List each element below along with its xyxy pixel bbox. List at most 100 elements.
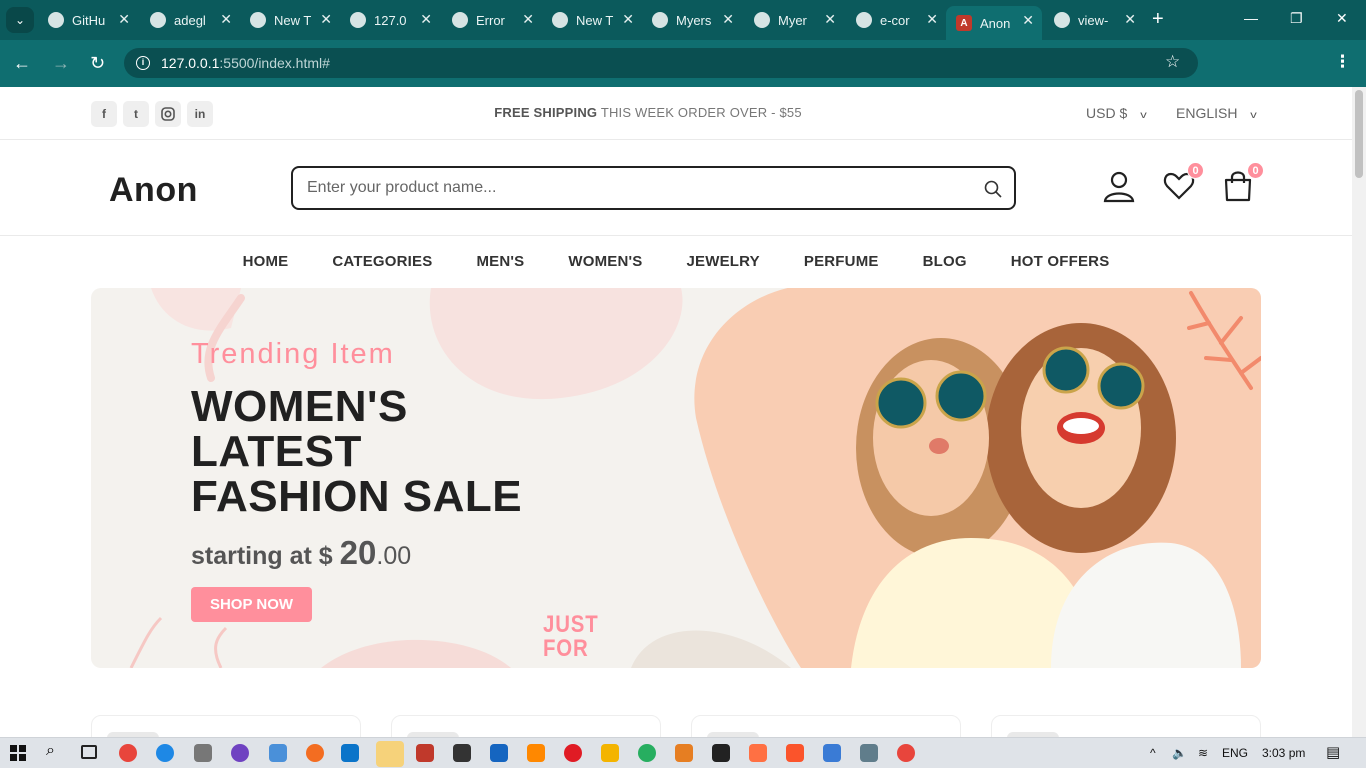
site-info-icon[interactable]: i [136, 56, 150, 70]
globe-icon [452, 12, 468, 28]
app-icon[interactable] [194, 744, 212, 762]
input-language[interactable]: ENG [1222, 746, 1248, 760]
shop-now-button[interactable]: SHOP NOW [191, 587, 312, 622]
app-icon[interactable] [453, 744, 471, 762]
scrollbar-track[interactable] [1352, 87, 1366, 737]
app-icon[interactable] [416, 744, 434, 762]
category-card[interactable] [691, 715, 961, 737]
globe-icon [350, 12, 366, 28]
xampp-icon[interactable] [749, 744, 767, 762]
back-arrow-icon[interactable]: ← [13, 53, 31, 73]
search-box [291, 166, 1016, 210]
windows-start-icon[interactable] [10, 745, 26, 761]
terminal-icon[interactable] [712, 744, 730, 762]
bookmark-star-icon[interactable]: ☆ [1165, 52, 1180, 72]
close-tab-icon[interactable]: ✕ [1022, 12, 1034, 29]
brave-icon[interactable] [786, 744, 804, 762]
close-tab-icon[interactable]: ✕ [824, 11, 836, 28]
category-card[interactable] [391, 715, 661, 737]
nav-home[interactable]: HOME [243, 253, 289, 270]
app-icon[interactable] [269, 744, 287, 762]
github-desktop-icon[interactable] [231, 744, 249, 762]
chrome-icon[interactable] [897, 744, 915, 762]
nav-jewelry[interactable]: JEWELRY [687, 253, 760, 270]
category-card[interactable] [991, 715, 1261, 737]
browser-tab[interactable]: New T ✕ [542, 5, 642, 35]
vlc-icon[interactable] [527, 744, 545, 762]
close-tab-icon[interactable]: ✕ [622, 11, 634, 28]
app-icon[interactable] [823, 744, 841, 762]
wifi-icon[interactable]: ≋ [1198, 746, 1208, 760]
user-icon[interactable] [1102, 169, 1136, 203]
close-tab-icon[interactable]: ✕ [420, 11, 432, 28]
search-input[interactable] [307, 176, 957, 200]
hero-title: WOMEN'S LATEST FASHION SALE [191, 382, 523, 521]
browser-tab[interactable]: Error ✕ [442, 5, 542, 35]
scrollbar-thumb[interactable] [1355, 90, 1363, 178]
vscode-icon[interactable] [341, 744, 359, 762]
tab-title: view- [1078, 12, 1109, 28]
restore-icon[interactable]: ❐ [1290, 10, 1303, 27]
chrome-icon[interactable] [119, 744, 137, 762]
app-icon[interactable] [638, 744, 656, 762]
task-view-icon[interactable] [81, 745, 97, 759]
file-explorer-icon[interactable] [376, 741, 404, 767]
browser-tab[interactable]: A Anon ✕ [946, 6, 1042, 40]
wishlist-count-badge: 0 [1187, 162, 1204, 179]
tab-search-chevron-icon[interactable]: ⌄ [6, 7, 34, 33]
close-tab-icon[interactable]: ✕ [522, 11, 534, 28]
forward-arrow-icon[interactable]: → [52, 53, 70, 73]
url-text[interactable]: 127.0.0.1:5500/index.html# [161, 55, 330, 71]
browser-tab[interactable]: 127.0 ✕ [340, 5, 440, 35]
volume-icon[interactable]: 🔈 [1172, 746, 1187, 760]
search-icon[interactable] [983, 179, 1003, 199]
site-logo[interactable]: Anon [109, 171, 198, 210]
calculator-icon[interactable] [860, 744, 878, 762]
globe-icon [652, 12, 668, 28]
browser-tab[interactable]: Myer ✕ [744, 5, 844, 35]
postman-icon[interactable] [306, 744, 324, 762]
close-tab-icon[interactable]: ✕ [926, 11, 938, 28]
tab-title: adegl [174, 12, 206, 28]
tab-title: New T [274, 12, 312, 28]
language-select[interactable]: ENGLISH v [1176, 105, 1258, 121]
nav-categories[interactable]: CATEGORIES [332, 253, 432, 270]
close-tab-icon[interactable]: ✕ [118, 11, 130, 28]
notifications-icon[interactable]: ▤ [1326, 743, 1340, 761]
reload-icon[interactable]: ↻ [90, 53, 105, 73]
browser-tab[interactable]: view- ✕ [1044, 5, 1144, 35]
browser-tab[interactable]: GitHu ✕ [38, 5, 138, 35]
app-icon[interactable] [490, 744, 508, 762]
close-tab-icon[interactable]: ✕ [1124, 11, 1136, 28]
nav-mens[interactable]: MEN'S [476, 253, 524, 270]
tab-title: New T [576, 12, 614, 28]
nav-perfume[interactable]: PERFUME [804, 253, 879, 270]
clock[interactable]: 3:03 pm [1262, 746, 1305, 760]
edge-icon[interactable] [156, 744, 174, 762]
search-icon[interactable]: ⌕ [46, 742, 55, 760]
category-card[interactable] [91, 715, 361, 737]
browser-tab[interactable]: e-cor ✕ [846, 5, 946, 35]
decor-text: JUST FOR [543, 611, 599, 662]
close-tab-icon[interactable]: ✕ [220, 11, 232, 28]
browser-menu-icon[interactable]: ⋮ [1334, 52, 1351, 72]
close-tab-icon[interactable]: ✕ [722, 11, 734, 28]
browser-tab[interactable]: New T ✕ [240, 5, 340, 35]
sublime-icon[interactable] [675, 744, 693, 762]
nav-blog[interactable]: BLOG [923, 253, 967, 270]
new-tab-plus-icon[interactable]: + [1152, 9, 1164, 29]
app-icon[interactable] [601, 744, 619, 762]
divider [0, 139, 1352, 140]
nav-womens[interactable]: WOMEN'S [568, 253, 642, 270]
browser-tab[interactable]: Myers ✕ [642, 5, 742, 35]
close-window-icon[interactable]: ✕ [1336, 10, 1348, 27]
chevron-down-icon: v [1250, 110, 1258, 121]
chevron-up-icon[interactable]: ^ [1150, 746, 1156, 760]
minimize-icon[interactable]: — [1244, 10, 1258, 26]
close-tab-icon[interactable]: ✕ [320, 11, 332, 28]
opera-icon[interactable] [564, 744, 582, 762]
nav-hot-offers[interactable]: HOT OFFERS [1011, 253, 1110, 270]
browser-tab[interactable]: adegl ✕ [140, 5, 240, 35]
currency-select[interactable]: USD $ v [1086, 105, 1147, 121]
globe-icon [150, 12, 166, 28]
